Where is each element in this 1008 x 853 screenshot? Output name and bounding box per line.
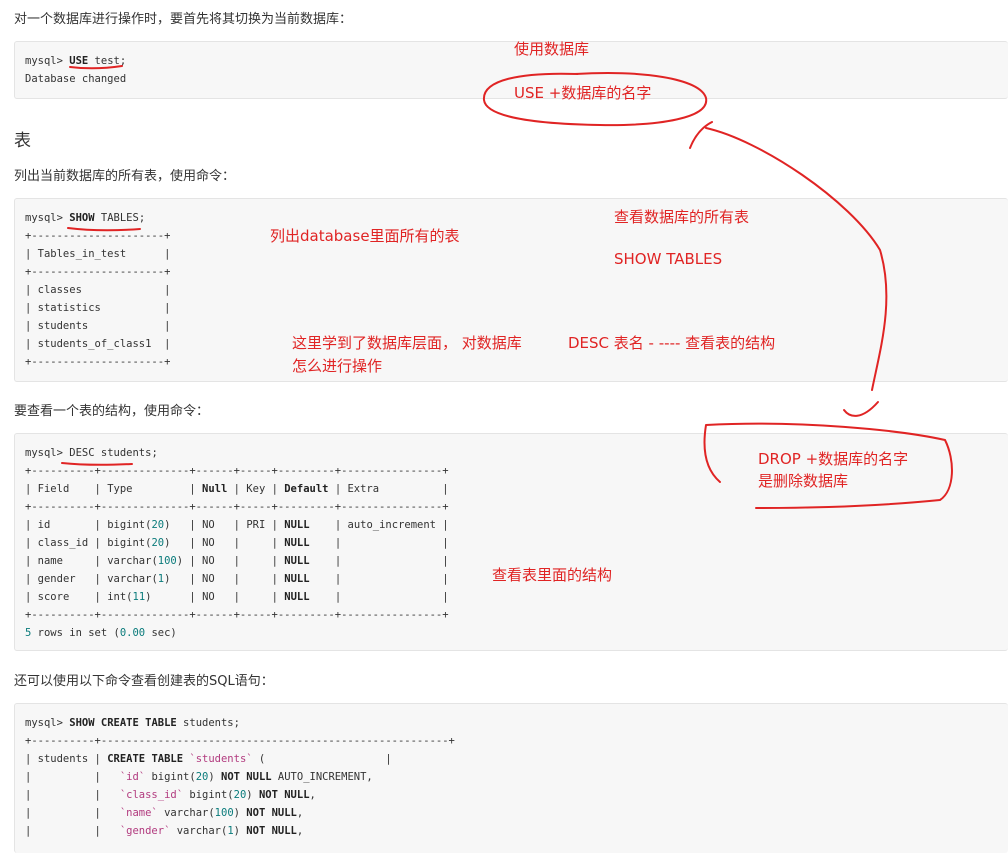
table-cell <box>347 573 436 585</box>
column-header: Type <box>107 483 184 495</box>
table-row: | score | int(11) | NO | | NULL | | <box>25 591 449 603</box>
table-border: +---------------------+ <box>25 356 171 368</box>
note-use-db: 使用数据库 <box>514 40 590 58</box>
code-block-show-create: mysql> SHOW CREATE TABLE students; +----… <box>14 703 1008 853</box>
table-cell: NO <box>202 555 228 567</box>
show-create-keyword: SHOW CREATE TABLE <box>69 717 177 729</box>
intro-paragraph: 对一个数据库进行操作时，要首先将其切换为当前数据库： <box>14 12 353 27</box>
table-cell: NULL <box>284 555 329 567</box>
create-line: | | `name` varchar(100) NOT NULL, <box>25 807 304 819</box>
table-row: | students_of_class1 | <box>25 338 171 350</box>
table-border: +----------+--------------+------+-----+… <box>25 501 449 513</box>
table-cell: PRI <box>246 519 266 531</box>
table-cell <box>246 591 265 603</box>
table-header: | Tables_in_test | <box>25 248 171 260</box>
table-cell: NULL <box>284 537 329 549</box>
table-cell: varchar(1) <box>107 573 184 585</box>
column-header: Extra <box>347 483 436 495</box>
use-keyword: USE <box>69 55 89 67</box>
create-first-line: | students | CREATE TABLE `students` ( | <box>25 753 392 765</box>
table-cell: name <box>37 555 89 567</box>
desc-footer: 5 rows in set (0.00 sec) <box>25 627 177 639</box>
create-line: | | `gender` varchar(1) NOT NULL, <box>25 825 304 837</box>
create-paragraph: 还可以使用以下命令查看创建表的SQL语句： <box>14 674 274 689</box>
table-cell <box>246 537 265 549</box>
table-cell: NO <box>202 573 228 585</box>
output-line: Database changed <box>25 73 127 85</box>
desc-command: DESC students; <box>69 447 158 459</box>
note-list-tables: 列出database里面所有的表 <box>270 227 460 245</box>
table-border: +----------+--------------+------+-----+… <box>25 609 449 621</box>
note-learned-line2: 怎么进行操作 <box>292 357 383 375</box>
table-border: +---------------------+ <box>25 230 171 242</box>
table-row: | gender | varchar(1) | NO | | NULL | | <box>25 573 449 585</box>
show-argument: TABLES; <box>94 212 146 224</box>
table-cell <box>246 555 265 567</box>
column-header: Key <box>246 483 266 495</box>
prompt: mysql> <box>25 212 70 224</box>
table-cell <box>348 537 437 549</box>
note-show-tables: SHOW TABLES <box>614 250 723 268</box>
table-cell: class_id <box>37 537 89 549</box>
code-block-use: mysql> USE test; Database changed <box>14 41 1008 99</box>
table-cell: bigint(20) <box>107 537 184 549</box>
note-drop-line1: DROP +数据库的名字 <box>758 450 909 468</box>
table-cell <box>246 573 265 585</box>
create-body-lines: | | `id` bigint(20) NOT NULL AUTO_INCREM… <box>25 771 373 837</box>
table-cell: int(11) <box>107 591 184 603</box>
note-view-all-tables: 查看数据库的所有表 <box>614 208 750 226</box>
prompt: mysql> <box>25 55 70 67</box>
desc-paragraph: 要查看一个表的结构，使用命令： <box>14 404 210 419</box>
column-header: Default <box>284 483 329 495</box>
table-cell: id <box>37 519 89 531</box>
table-row: | id | bigint(20) | NO | PRI | NULL | au… <box>25 519 449 531</box>
note-view-structure: 查看表里面的结构 <box>492 566 613 584</box>
create-line: | | `class_id` bigint(20) NOT NULL, <box>25 789 316 801</box>
arrowhead-bottom <box>843 401 879 417</box>
table-cell: NULL <box>284 591 329 603</box>
column-header: Null <box>202 483 228 495</box>
note-desc-hint: DESC 表名 - ---- 查看表的结构 <box>568 334 776 352</box>
prompt: mysql> <box>25 447 70 459</box>
show-create-argument: students; <box>176 717 240 729</box>
show-keyword: SHOW <box>69 212 95 224</box>
column-header: Field <box>37 483 89 495</box>
table-cell <box>347 555 436 567</box>
table-cell: NO <box>202 519 228 531</box>
tables-paragraph: 列出当前数据库的所有表，使用命令： <box>14 169 236 184</box>
table-border: +----------+--------------+------+-----+… <box>25 465 449 477</box>
create-line: | | `id` bigint(20) NOT NULL AUTO_INCREM… <box>25 771 373 783</box>
table-cell: NO <box>202 591 228 603</box>
table-cell: NULL <box>284 573 329 585</box>
arrowhead-top <box>689 121 713 149</box>
section-heading: 表 <box>14 131 31 151</box>
desc-table-rows: | id | bigint(20) | NO | PRI | NULL | au… <box>25 519 449 603</box>
table-row: | classes | <box>25 284 171 296</box>
table-row: | class_id | bigint(20) | NO | | NULL | … <box>25 537 449 549</box>
use-argument: test; <box>88 55 127 67</box>
table-cell: auto_increment <box>347 519 437 531</box>
table-cell: score <box>37 591 89 603</box>
table-row: | statistics | <box>25 302 171 314</box>
prompt: mysql> <box>25 717 70 729</box>
table-row: | name | varchar(100) | NO | | NULL | | <box>25 555 449 567</box>
table-cell: varchar(100) <box>107 555 184 567</box>
table-cell <box>348 591 437 603</box>
table-cell: NO <box>202 537 228 549</box>
table-cell: gender <box>37 573 89 585</box>
table-border: +---------------------+ <box>25 266 171 278</box>
table-cell: NULL <box>284 519 329 531</box>
table-border: +----------+----------------------------… <box>25 735 455 747</box>
note-use-syntax: USE +数据库的名字 <box>514 84 652 102</box>
code-block-show-tables: mysql> SHOW TABLES; +-------------------… <box>14 198 1008 382</box>
note-learned-line1: 这里学到了数据库层面， 对数据库 <box>292 334 522 352</box>
note-drop-line2: 是删除数据库 <box>758 472 849 490</box>
table-row: | students | <box>25 320 171 332</box>
desc-table-header: | Field | Type | Null | Key | Default | … <box>25 483 449 495</box>
table-cell: bigint(20) <box>107 519 184 531</box>
